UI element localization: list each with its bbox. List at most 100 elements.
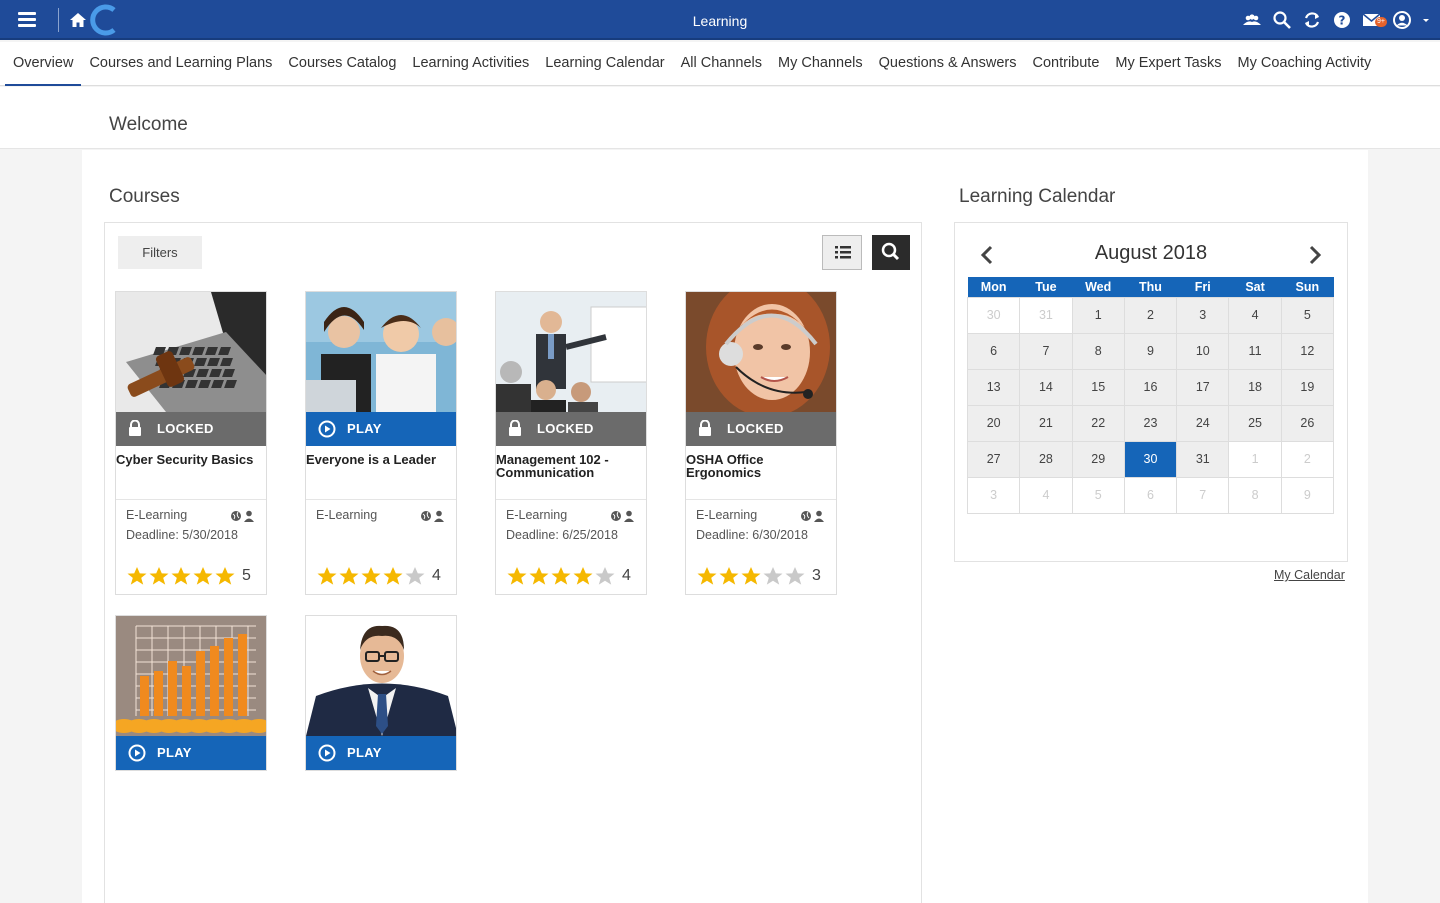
search-icon[interactable] (1272, 10, 1292, 30)
calendar-day[interactable]: 6 (1123, 476, 1178, 514)
chevron-down-icon[interactable] (1422, 10, 1430, 30)
tab-questions-answers[interactable]: Questions & Answers (871, 42, 1025, 86)
calendar-day[interactable]: 2 (1280, 440, 1335, 478)
calendar-day[interactable]: 28 (1019, 440, 1073, 478)
course-rating: 4 (316, 566, 441, 586)
course-title[interactable]: Cyber Security Basics (116, 446, 266, 500)
course-title[interactable]: OSHA Office Ergonomics (686, 446, 836, 500)
course-thumbnail[interactable] (686, 292, 836, 412)
calendar-day[interactable]: 15 (1071, 368, 1125, 406)
calendar-day[interactable]: 12 (1280, 332, 1335, 370)
calendar-day[interactable]: 11 (1228, 332, 1282, 370)
calendar-day[interactable]: 27 (966, 440, 1021, 478)
tab-learning-activities[interactable]: Learning Activities (404, 42, 537, 86)
my-calendar-link[interactable]: My Calendar (1274, 568, 1345, 582)
calendar-day[interactable]: 30 (966, 296, 1021, 334)
tab-overview[interactable]: Overview (5, 42, 82, 86)
calendar-day[interactable]: 24 (1176, 404, 1230, 442)
calendar-day[interactable]: 8 (1071, 332, 1125, 370)
calendar-day[interactable]: 14 (1019, 368, 1073, 406)
rating-count: 4 (622, 567, 631, 584)
course-title[interactable]: Management 102 - Communication (496, 446, 646, 500)
calendar-day[interactable]: 26 (1280, 404, 1335, 442)
course-thumbnail[interactable] (116, 616, 266, 736)
globe-user-icon (421, 510, 444, 522)
calendar-day[interactable]: 25 (1228, 404, 1282, 442)
course-thumbnail[interactable] (306, 292, 456, 412)
calendar-day[interactable]: 4 (1019, 476, 1073, 514)
course-status-label: LOCKED (157, 421, 214, 436)
tab-learning-calendar[interactable]: Learning Calendar (537, 42, 672, 86)
calendar-day[interactable]: 1 (1071, 296, 1125, 334)
calendar-day[interactable]: 2 (1123, 296, 1178, 334)
calendar-day[interactable]: 7 (1019, 332, 1073, 370)
calendar-day[interactable]: 23 (1123, 404, 1178, 442)
calendar-day[interactable]: 5 (1071, 476, 1125, 514)
course-meta: E-Learning Deadline: 6/30/2018 3 (686, 500, 836, 594)
calendar-day[interactable]: 20 (966, 404, 1021, 442)
tab-my-coaching-activity[interactable]: My Coaching Activity (1230, 42, 1380, 86)
course-search-button[interactable] (872, 235, 910, 270)
welcome-header: Welcome (0, 87, 1440, 149)
course-title[interactable]: Everyone is a Leader (306, 446, 456, 500)
tab-courses-catalog[interactable]: Courses Catalog (280, 42, 404, 86)
course-thumbnail[interactable] (496, 292, 646, 412)
refresh-icon[interactable] (1302, 10, 1322, 30)
course-thumbnail[interactable] (116, 292, 266, 412)
course-meta: E-Learning Deadline: 6/25/2018 4 (496, 500, 646, 594)
calendar-day[interactable]: 7 (1176, 476, 1230, 514)
calendar-day[interactable]: 9 (1280, 476, 1335, 514)
course-play-button[interactable]: PLAY (306, 412, 456, 446)
nav-tabs: Overview Courses and Learning Plans Course… (0, 42, 1440, 86)
calendar-day[interactable]: 18 (1228, 368, 1282, 406)
course-card[interactable]: PLAY (305, 615, 457, 771)
calendar-day[interactable]: 31 (1176, 440, 1230, 478)
course-card[interactable]: PLAY Everyone is a Leader E-Learning 4 (305, 291, 457, 595)
star-icon (697, 567, 717, 585)
tab-my-expert-tasks[interactable]: My Expert Tasks (1107, 42, 1229, 86)
course-play-button[interactable]: PLAY (116, 736, 266, 770)
course-locked-bar: LOCKED (686, 412, 836, 446)
course-card[interactable]: LOCKED OSHA Office Ergonomics E-Learning De… (685, 291, 837, 595)
chevron-right-icon[interactable] (1306, 244, 1324, 266)
calendar-day[interactable]: 5 (1280, 296, 1335, 334)
play-circle-icon (128, 744, 146, 762)
tab-all-channels[interactable]: All Channels (673, 42, 770, 86)
course-card[interactable]: LOCKED Cyber Security Basics E-Learning Dea… (115, 291, 267, 595)
svg-text:?: ? (1339, 14, 1346, 28)
calendar-day[interactable]: 17 (1176, 368, 1230, 406)
calendar-day[interactable]: 1 (1228, 440, 1282, 478)
course-thumbnail[interactable] (306, 616, 456, 736)
star-icon (193, 567, 213, 585)
calendar-day[interactable]: 21 (1019, 404, 1073, 442)
people-icon[interactable] (1242, 10, 1262, 30)
tab-contribute[interactable]: Contribute (1024, 42, 1107, 86)
calendar-day[interactable]: 3 (1176, 296, 1230, 334)
filters-button[interactable]: Filters (118, 236, 202, 269)
user-account-icon[interactable] (1392, 10, 1412, 30)
calendar-day[interactable]: 19 (1280, 368, 1335, 406)
tab-my-channels[interactable]: My Channels (770, 42, 871, 86)
list-view-button[interactable] (822, 235, 862, 270)
calendar-day[interactable]: 6 (966, 332, 1021, 370)
course-rating: 5 (126, 566, 251, 586)
course-card[interactable]: PLAY (115, 615, 267, 771)
calendar-day[interactable]: 29 (1071, 440, 1125, 478)
help-icon[interactable]: ? (1332, 10, 1352, 30)
calendar-day[interactable]: 13 (966, 368, 1021, 406)
tab-courses-and-learning-plans[interactable]: Courses and Learning Plans (81, 42, 280, 86)
course-card[interactable]: LOCKED Management 102 - Communication E-Le… (495, 291, 647, 595)
calendar-day[interactable]: 22 (1071, 404, 1125, 442)
calendar-day[interactable]: 8 (1228, 476, 1282, 514)
calendar-day[interactable]: 10 (1176, 332, 1230, 370)
star-icon (317, 567, 337, 585)
star-icon (529, 567, 549, 585)
calendar-day[interactable]: 31 (1019, 296, 1073, 334)
calendar-day[interactable]: 9 (1123, 332, 1178, 370)
course-play-button[interactable]: PLAY (306, 736, 456, 770)
calendar-day[interactable]: 4 (1228, 296, 1282, 334)
calendar-day[interactable]: 16 (1123, 368, 1178, 406)
calendar-day[interactable]: 3 (966, 476, 1021, 514)
calendar-day-today[interactable]: 30 (1123, 440, 1178, 478)
messages-icon[interactable]: 9+ (1362, 10, 1387, 30)
